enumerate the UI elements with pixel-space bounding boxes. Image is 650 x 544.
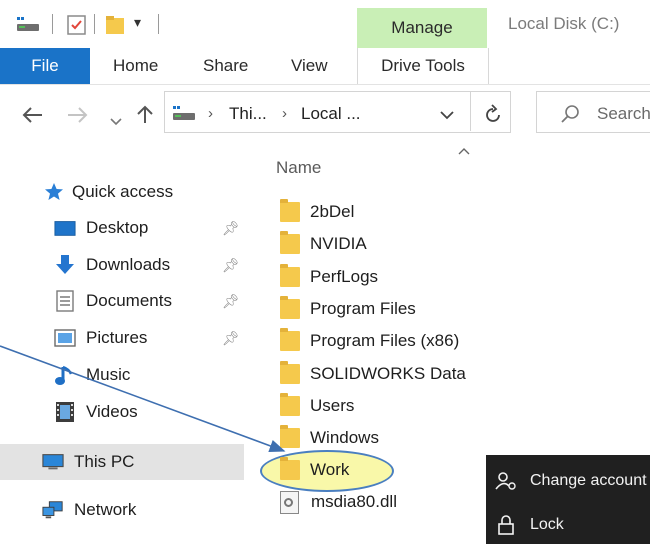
- lock-icon: [494, 515, 518, 535]
- change-account-menu-item[interactable]: Change account: [486, 463, 647, 499]
- change-account-icon: [494, 471, 518, 491]
- lock-menu-item[interactable]: Lock: [486, 507, 564, 543]
- menu-item-label: Lock: [530, 516, 564, 533]
- account-flyout: Change account Lock: [486, 455, 650, 544]
- menu-item-label: Change account: [530, 472, 647, 489]
